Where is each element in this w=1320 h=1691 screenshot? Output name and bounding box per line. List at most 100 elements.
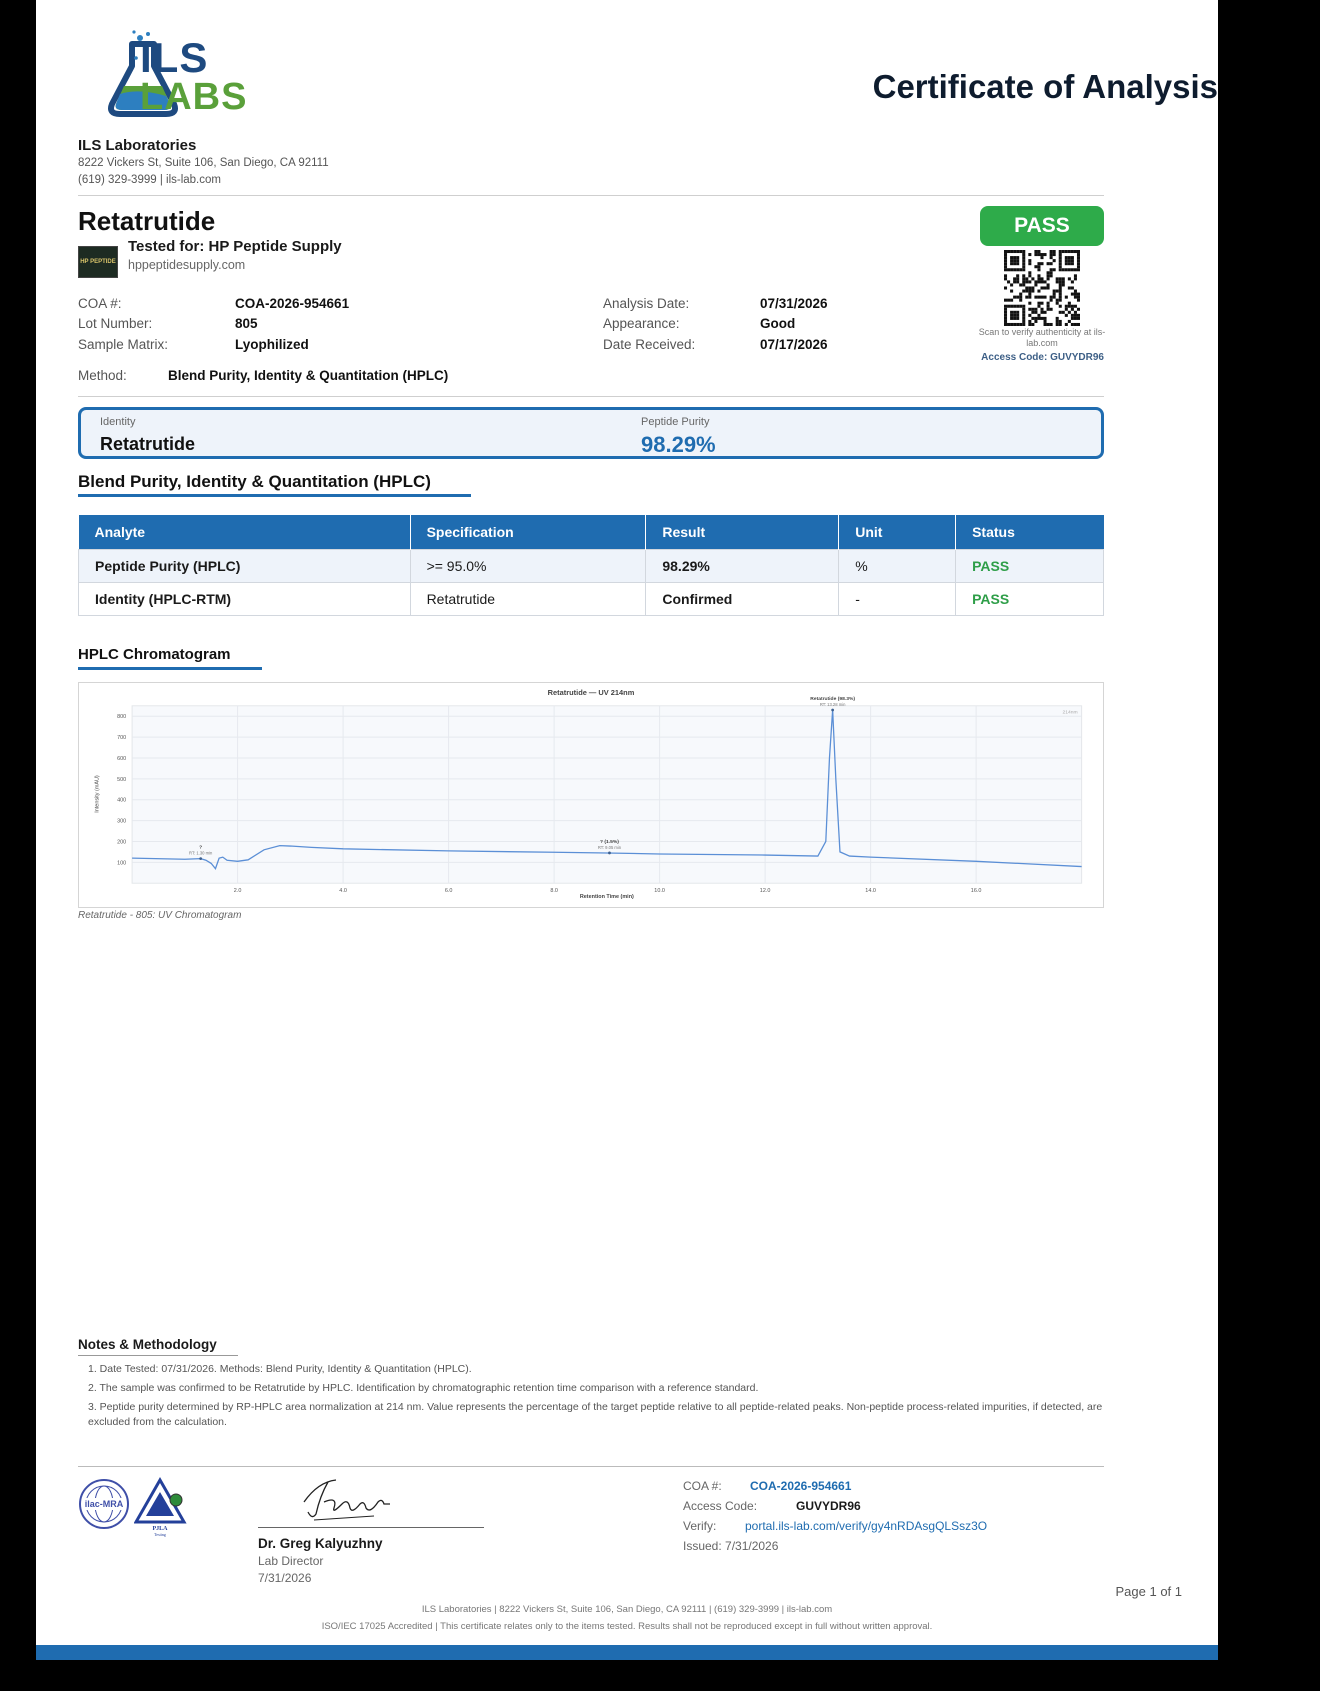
unit-cell: - <box>838 581 957 616</box>
y-axis-label: Intensity (mAU) <box>94 775 100 813</box>
analyte-cell: Identity (HPLC-RTM) <box>78 581 411 616</box>
qr-module <box>1076 307 1080 311</box>
qr-module <box>1043 316 1047 320</box>
qr-module <box>1031 322 1035 326</box>
qr-module <box>1061 310 1065 314</box>
qr-module <box>1067 259 1071 263</box>
qr-module <box>1043 322 1047 326</box>
qr-module <box>1076 313 1080 317</box>
column-header: Unit <box>838 515 957 549</box>
qr-module <box>1040 286 1044 290</box>
qr-module <box>1034 265 1038 269</box>
column-header: Status <box>955 515 1104 549</box>
qr-module <box>1058 250 1062 254</box>
qr-module <box>1013 304 1017 308</box>
qr-module <box>1028 274 1032 278</box>
logo-text-top: ILS <box>140 34 209 81</box>
qr-module <box>1031 289 1035 293</box>
qr-module <box>1070 304 1074 308</box>
qr-module <box>1016 259 1020 263</box>
qr-module <box>1037 304 1041 308</box>
y-tick-label: 100 <box>117 860 126 866</box>
verify-link[interactable]: portal.ils-lab.com/verify/gy4nRDAsgQLSsz… <box>745 1519 987 1533</box>
qr-module <box>1010 304 1014 308</box>
qr-module <box>1058 310 1062 314</box>
qr-module <box>1040 310 1044 314</box>
chromatogram-caption: Retatrutide - 805: UV Chromatogram <box>78 910 242 921</box>
qr-module <box>1058 253 1062 257</box>
qr-module <box>1013 322 1017 326</box>
y-tick-label: 300 <box>117 819 126 825</box>
qr-module <box>1040 280 1044 284</box>
qr-module <box>1070 250 1074 254</box>
specification-cell: Retatrutide <box>409 581 647 616</box>
qr-module <box>1022 283 1026 287</box>
lab-contact: (619) 329-3999 | ils-lab.com <box>78 174 221 186</box>
qr-module <box>1031 286 1035 290</box>
qr-module <box>1016 256 1020 260</box>
footer-disclaimer: ISO/IEC 17025 Accredited | This certific… <box>321 1621 933 1632</box>
qr-module <box>1046 322 1050 326</box>
qr-module <box>1058 268 1062 272</box>
qr-module <box>1016 277 1020 281</box>
qr-module <box>1043 319 1047 323</box>
notes-underline <box>78 1355 238 1356</box>
client-url[interactable]: hppeptidesupply.com <box>128 258 245 272</box>
product-name: Retatrutide <box>78 206 216 236</box>
qr-module <box>1004 286 1008 290</box>
identity-value: Retatrutide <box>100 434 196 454</box>
qr-module <box>1070 268 1074 272</box>
qr-module <box>1052 289 1056 293</box>
qr-module <box>1070 316 1074 320</box>
qr-module <box>1010 268 1014 272</box>
table-row: Identity (HPLC-RTM) Retatrutide Confirme… <box>78 581 1104 616</box>
qr-module <box>1058 292 1062 296</box>
qr-module <box>1028 292 1032 296</box>
qr-module <box>1028 271 1032 275</box>
qr-module <box>1043 253 1047 257</box>
qr-module <box>1016 274 1020 278</box>
qr-module <box>1028 295 1032 299</box>
qr-module <box>1067 310 1071 314</box>
qr-module <box>1037 316 1041 320</box>
qr-module <box>1025 289 1029 293</box>
qr-module <box>1070 262 1074 266</box>
qr-module <box>1070 322 1074 326</box>
qr-module <box>1022 259 1026 263</box>
qr-module <box>1073 310 1077 314</box>
qr-module <box>1004 262 1008 266</box>
qr-module <box>1049 250 1053 254</box>
qr-module <box>1013 262 1017 266</box>
qr-module <box>1022 277 1026 281</box>
table-row: Peptide Purity (HPLC) >= 95.0% 98.29% % … <box>78 548 1104 583</box>
qr-module <box>1058 280 1062 284</box>
divider <box>78 396 1104 397</box>
qr-module <box>1070 307 1074 311</box>
peak-marker <box>831 708 835 712</box>
qr-module <box>1013 250 1017 254</box>
qr-module <box>1055 316 1059 320</box>
qr-module <box>1004 250 1008 254</box>
qr-module <box>1031 307 1035 311</box>
qr-module <box>1028 253 1032 257</box>
qr-module <box>1034 295 1038 299</box>
qr-module <box>1022 280 1026 284</box>
qr-module <box>1004 256 1008 260</box>
x-tick-label: 2.0 <box>234 888 242 894</box>
qr-module <box>1073 292 1077 296</box>
qr-code-icon[interactable] <box>1004 250 1080 326</box>
qr-module <box>1019 268 1023 272</box>
qr-module <box>1052 295 1056 299</box>
qr-module <box>1004 304 1008 308</box>
qr-module <box>1058 289 1062 293</box>
qr-module <box>1013 295 1017 299</box>
qr-module <box>1073 250 1077 254</box>
peak-rt-label: RT: 9.05 min <box>598 845 622 850</box>
page-number: Page 1 of 1 <box>1115 1584 1183 1599</box>
qr-module <box>1049 256 1053 260</box>
qr-module <box>1034 316 1038 320</box>
qr-module <box>1010 262 1014 266</box>
qr-module <box>1007 268 1011 272</box>
table-header-row: Analyte Specification Result Unit Status <box>78 515 1104 549</box>
status-cell: PASS <box>955 581 1104 616</box>
